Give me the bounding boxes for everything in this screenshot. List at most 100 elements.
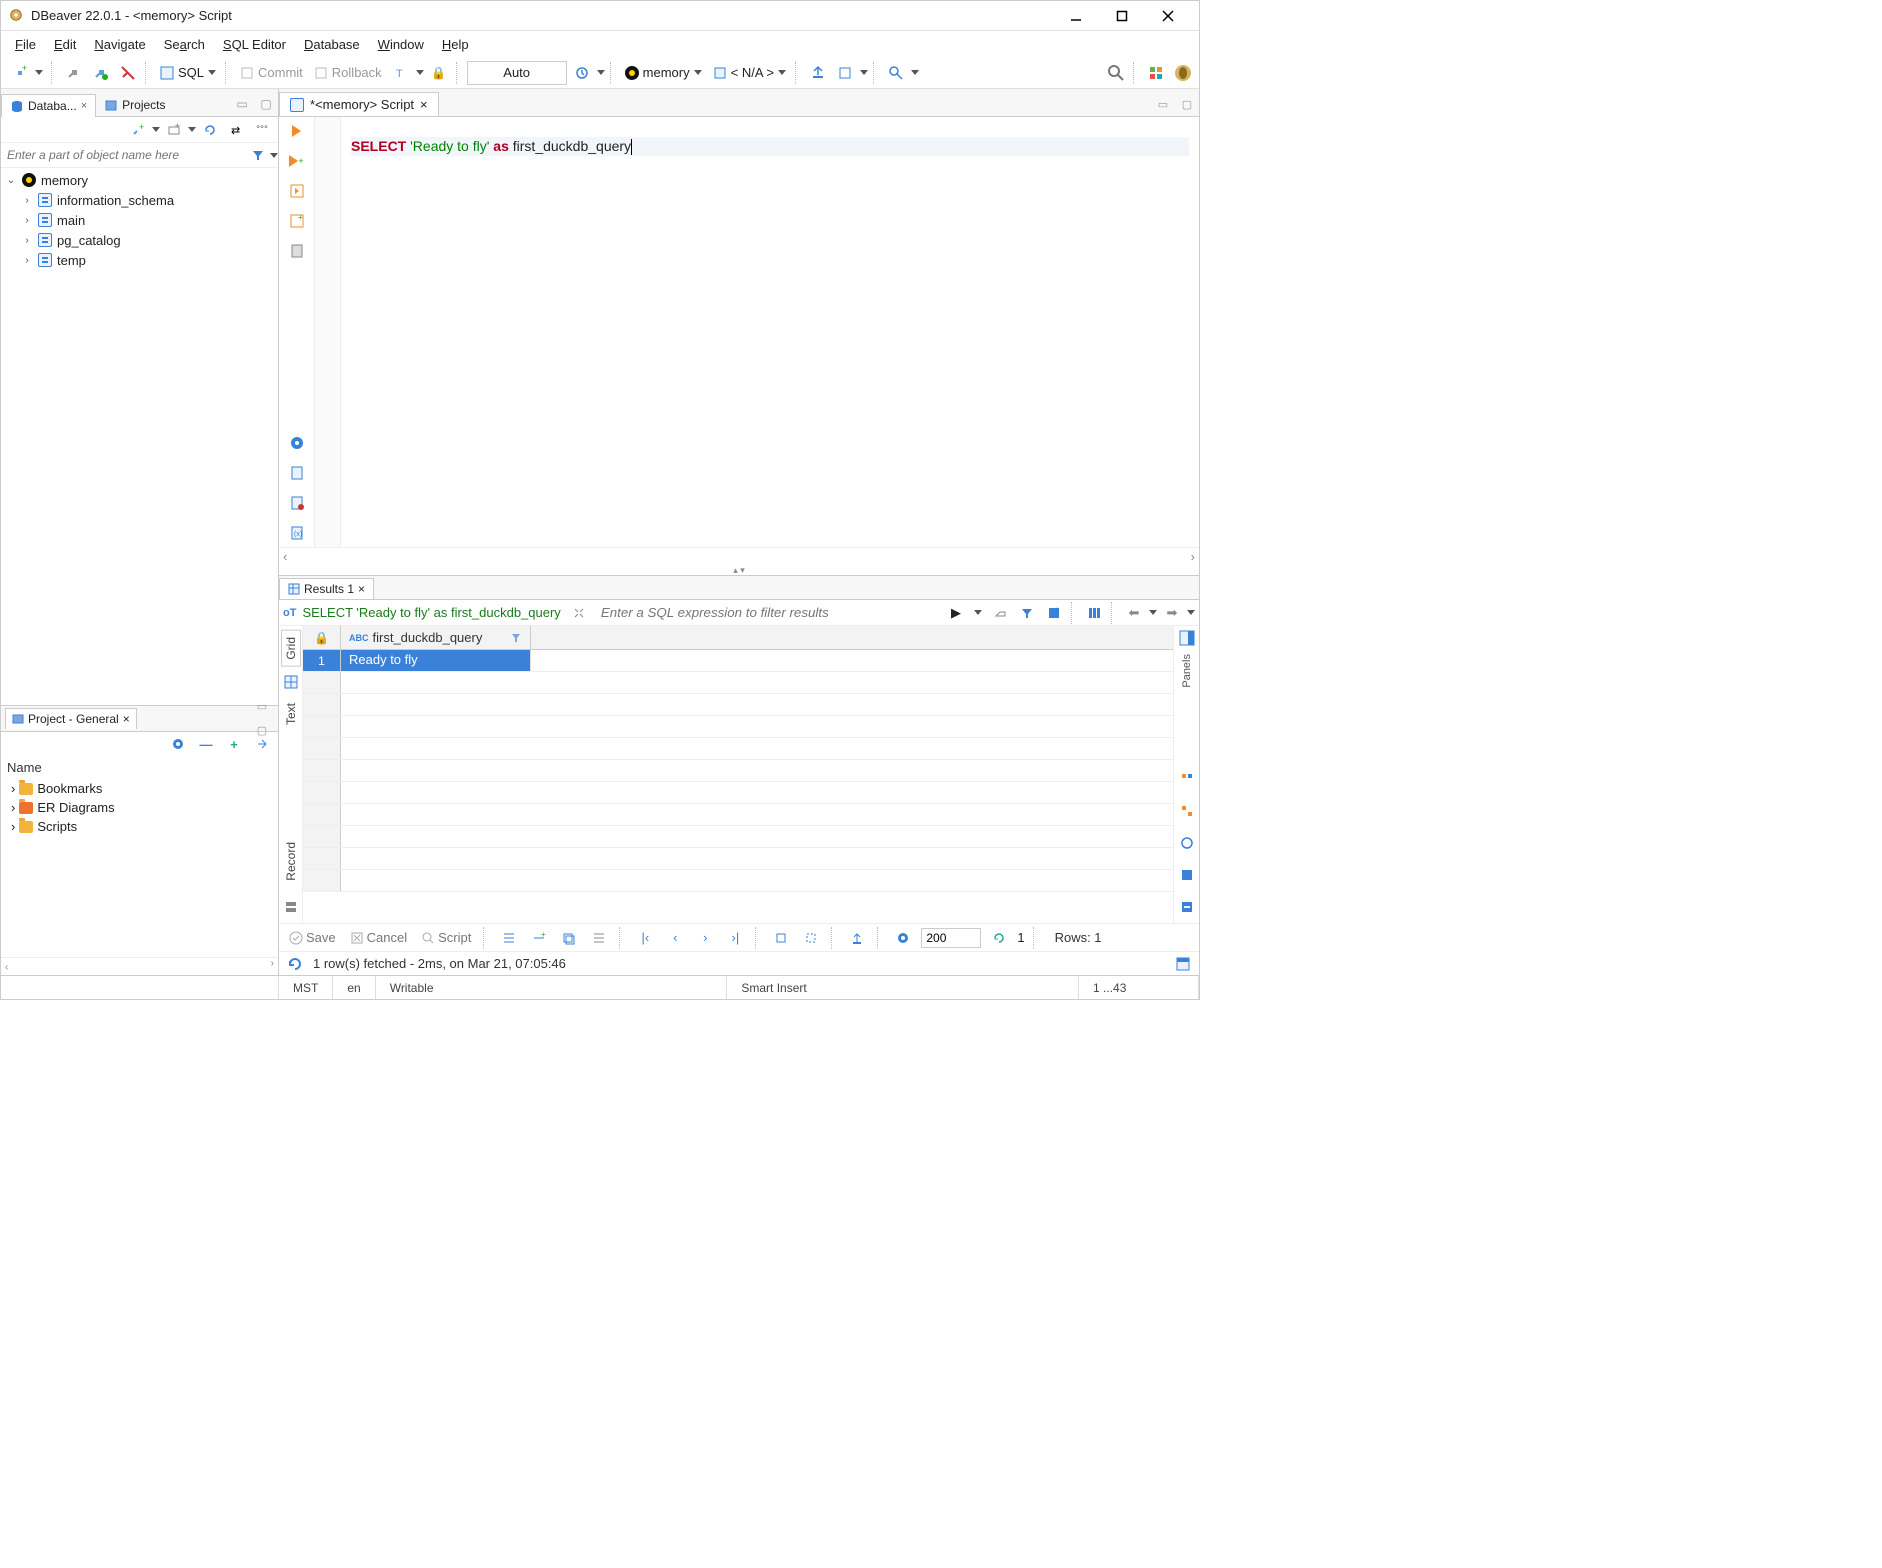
first-page-icon[interactable]: |‹ (633, 926, 657, 950)
dbeaver-icon[interactable] (1171, 61, 1195, 85)
er-diagrams-item[interactable]: › ER Diagrams (1, 798, 278, 817)
transaction-mode-button[interactable]: T (389, 61, 413, 85)
new-connection-icon[interactable]: + (126, 118, 150, 142)
projects-tab[interactable]: Projects (96, 94, 173, 116)
cancel-button[interactable]: Cancel (346, 928, 411, 947)
close-icon[interactable]: × (420, 97, 428, 112)
export-data-icon[interactable] (845, 926, 869, 950)
execute-script-button[interactable] (287, 181, 307, 201)
new-folder-icon[interactable]: + (162, 118, 186, 142)
disconnect-button[interactable] (116, 61, 140, 85)
collapse-icon[interactable]: — (194, 732, 218, 756)
horizontal-scrollbar[interactable]: ‹› (1, 957, 278, 975)
edit-icon[interactable] (497, 926, 521, 950)
dropdown-icon[interactable] (911, 70, 919, 75)
execute-new-tab-button[interactable]: + (287, 151, 307, 171)
commit-mode-combo[interactable]: Auto (467, 61, 567, 85)
menu-help[interactable]: Help (434, 34, 477, 55)
execute-script-new-button[interactable]: + (287, 211, 307, 231)
dropdown-icon[interactable] (974, 610, 982, 615)
global-search-button[interactable] (1104, 61, 1128, 85)
refresh-status-icon[interactable] (287, 956, 303, 972)
refresh-button[interactable] (987, 926, 1011, 950)
expander-icon[interactable]: ⌄ (5, 175, 17, 186)
dropdown-icon[interactable] (1187, 610, 1195, 615)
minimize-view-icon[interactable]: ▭ (250, 695, 274, 719)
menu-navigate[interactable]: Navigate (86, 34, 153, 55)
lock-button[interactable] (427, 61, 451, 85)
expander-icon[interactable]: › (21, 255, 33, 266)
menu-window[interactable]: Window (370, 34, 432, 55)
commit-button[interactable]: Commit (236, 65, 307, 80)
delete-row-icon[interactable] (587, 926, 611, 950)
variables-button[interactable]: (x) (287, 523, 307, 543)
dropdown-icon[interactable] (270, 153, 278, 158)
schema-node[interactable]: › temp (1, 250, 278, 270)
settings-icon[interactable] (166, 732, 190, 756)
rollback-button[interactable]: Rollback (310, 65, 386, 80)
panel-grouping-icon[interactable] (1175, 799, 1199, 823)
menu-search[interactable]: Search (156, 34, 213, 55)
sql-editor[interactable]: SELECT 'Ready to fly' as first_duckdb_qu… (315, 117, 1199, 547)
view-toggle-icon[interactable] (279, 895, 303, 919)
column-header[interactable]: ABC first_duckdb_query (341, 626, 531, 649)
dropdown-icon[interactable] (35, 70, 43, 75)
database-combo[interactable]: < N/A > (709, 65, 790, 80)
filter-icon[interactable] (246, 143, 270, 167)
maximize-editor-icon[interactable]: ▢ (1175, 92, 1199, 116)
expander-icon[interactable]: › (11, 781, 15, 796)
menu-edit[interactable]: Edit (46, 34, 84, 55)
reconnect-button[interactable] (89, 61, 113, 85)
panels-label[interactable]: Panels (1181, 654, 1193, 688)
minimize-editor-icon[interactable]: ▭ (1151, 92, 1175, 116)
more-icon[interactable]: ᐤᐤᐤ (250, 118, 274, 142)
perspective-button[interactable] (1144, 61, 1168, 85)
data-row[interactable]: 1 Ready to fly (303, 650, 1173, 672)
fetch-size-input[interactable] (921, 928, 981, 948)
filter-column-icon[interactable] (510, 632, 522, 644)
script-button[interactable]: Script (417, 928, 475, 947)
close-icon[interactable]: × (123, 712, 130, 726)
expand-icon[interactable] (567, 601, 591, 625)
save-button[interactable]: Save (285, 928, 340, 947)
execute-button[interactable] (287, 121, 307, 141)
sql-button[interactable]: SQL (156, 65, 220, 80)
save-filter-icon[interactable]: + (1042, 601, 1066, 625)
history-button[interactable] (570, 61, 594, 85)
editor-hscroll[interactable]: ‹› (279, 547, 1199, 565)
schema-node[interactable]: › pg_catalog (1, 230, 278, 250)
minimize-view-icon[interactable]: ▭ (230, 92, 254, 116)
connection-combo[interactable]: memory (621, 65, 706, 80)
new-connection-button[interactable]: + (8, 61, 32, 85)
close-icon[interactable]: × (358, 582, 365, 596)
last-page-icon[interactable]: ›| (723, 926, 747, 950)
explain-button[interactable] (287, 241, 307, 261)
data-cell[interactable]: Ready to fly (341, 650, 531, 671)
nav-forward-icon[interactable]: ➡ (1160, 601, 1184, 625)
split-handle[interactable]: ▴ ▾ (279, 565, 1199, 575)
nav-back-icon[interactable]: ⬅ (1122, 601, 1146, 625)
import-sql-button[interactable] (287, 493, 307, 513)
menu-file[interactable]: File (7, 34, 44, 55)
expander-icon[interactable]: › (11, 800, 15, 815)
next-page-icon[interactable]: › (693, 926, 717, 950)
panels-icon[interactable] (1179, 630, 1195, 646)
settings-button[interactable] (287, 433, 307, 453)
expander-icon[interactable]: › (21, 215, 33, 226)
minimize-button[interactable] (1053, 1, 1099, 31)
editor-tab[interactable]: *<memory> Script × (279, 92, 439, 116)
text-view-tab[interactable]: Text (282, 697, 300, 731)
apply-filter-button[interactable]: ▶ (944, 601, 968, 625)
panel-metadata-icon[interactable] (1175, 895, 1199, 919)
panel-calc-icon[interactable] (1175, 767, 1199, 791)
maximize-view-icon[interactable]: ▢ (254, 92, 278, 116)
maximize-button[interactable] (1099, 1, 1145, 31)
bookmarks-item[interactable]: › Bookmarks (1, 779, 278, 798)
search-button[interactable] (884, 61, 908, 85)
schema-node[interactable]: › information_schema (1, 190, 278, 210)
export-button[interactable] (806, 61, 830, 85)
auto-refresh-icon[interactable] (769, 926, 793, 950)
dropdown-icon[interactable] (416, 70, 424, 75)
prev-page-icon[interactable]: ‹ (663, 926, 687, 950)
add-icon[interactable]: + (222, 732, 246, 756)
